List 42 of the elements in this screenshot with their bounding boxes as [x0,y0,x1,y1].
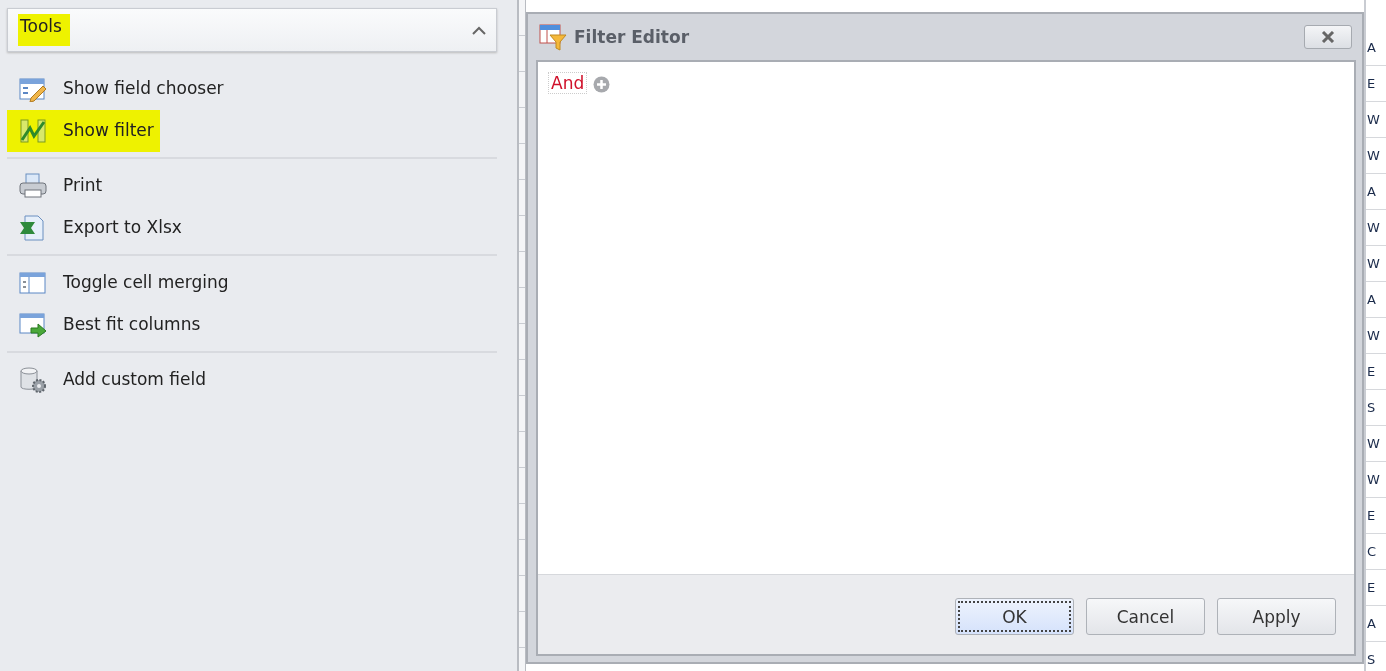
menu-item[interactable]: Print [61,171,105,201]
panel-title: Tools [18,14,70,46]
table-cell: A [1367,292,1376,307]
dialog-button[interactable]: OK [955,598,1074,635]
table-cell: W [1367,148,1380,163]
filter-chart-icon [19,118,47,144]
table-cell: C [1367,544,1377,559]
table-cell: W [1367,220,1380,235]
dialog-title: Filter Editor [574,27,691,47]
table-cell: E [1367,508,1376,523]
field-chooser-icon [19,76,47,102]
dialog-button[interactable]: Cancel [1086,598,1205,635]
menu-item[interactable]: Toggle cell merging [61,268,231,298]
dialog-button[interactable]: Apply [1217,598,1336,635]
table-cell: E [1367,76,1376,91]
menu-item[interactable]: Best fit columns [61,310,203,340]
table-columns-icon [19,270,47,296]
table-cell: S [1367,652,1376,667]
table-cell: W [1367,472,1380,487]
window-arrow-icon [19,312,47,338]
printer-icon [19,173,47,199]
close-icon [1321,31,1335,43]
table-cell: A [1367,40,1376,55]
database-gear-icon [19,367,47,393]
table-cell: W [1367,328,1380,343]
chevron-up-icon[interactable] [472,25,486,35]
close-button[interactable] [1304,25,1352,49]
table-cell: W [1367,436,1380,451]
panel-header[interactable]: Tools [7,8,497,52]
menu-item[interactable]: Add custom field [61,365,208,395]
table-cell: E [1367,580,1376,595]
table-cell: W [1367,112,1380,127]
table-cell: A [1367,616,1376,631]
spreadsheet-icon [19,215,47,241]
menu-item[interactable]: Show field chooser [61,74,226,104]
table-cell: A [1367,184,1376,199]
menu-item[interactable]: Export to Xlsx [61,213,184,243]
table-cell: E [1367,364,1376,379]
group-operator[interactable]: And [548,72,588,94]
table-funnel-icon [538,23,568,51]
table-cell: W [1367,256,1380,271]
table-cell: S [1367,400,1376,415]
